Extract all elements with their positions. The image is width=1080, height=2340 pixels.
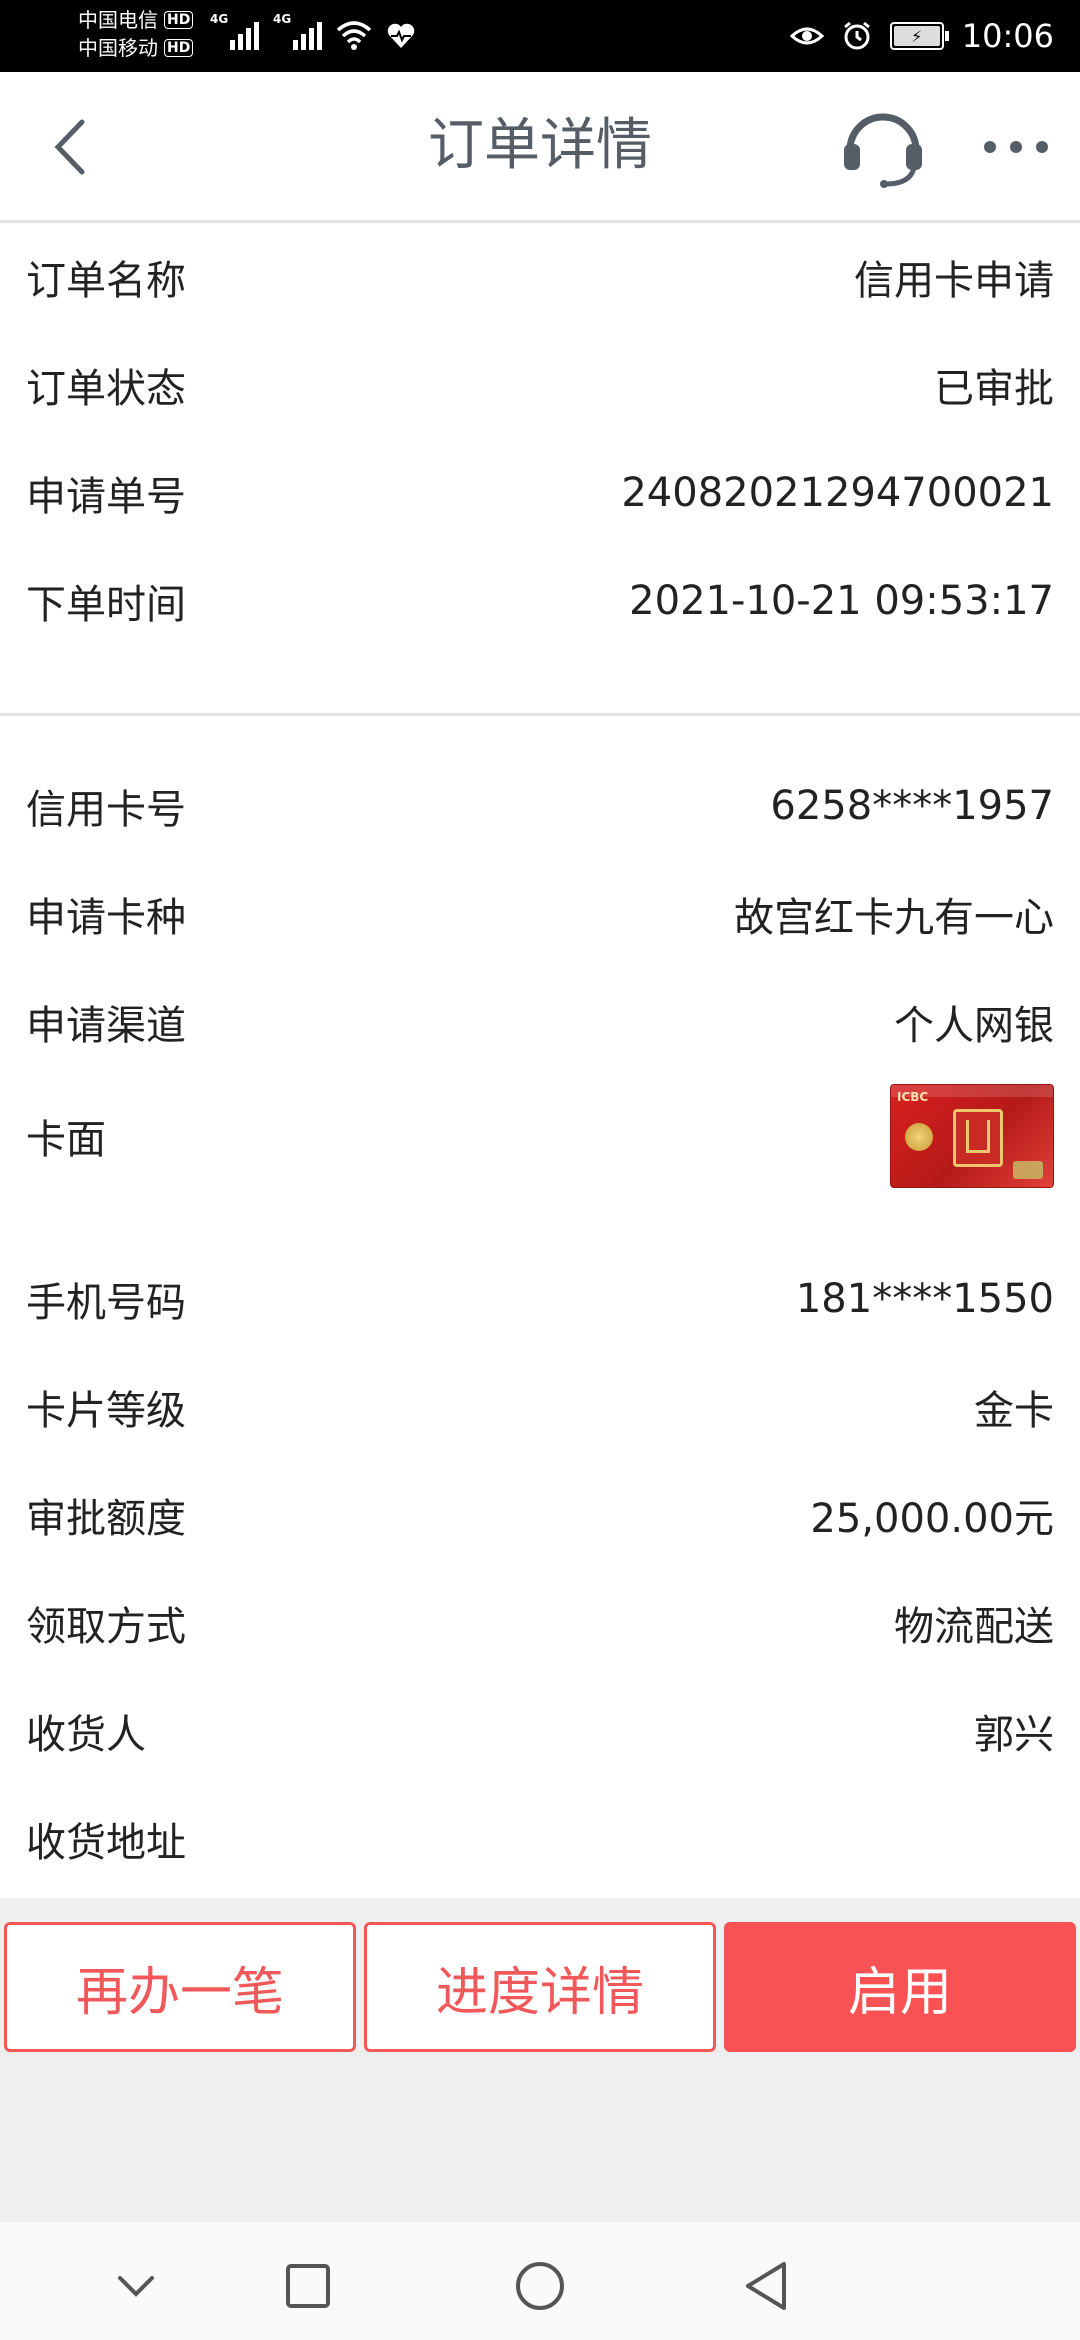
more-icon[interactable] [976, 122, 1056, 172]
row-address: 收货地址 [0, 1785, 1080, 1893]
hd-badge-1: HD [164, 11, 194, 29]
home-icon[interactable] [512, 2258, 568, 2314]
battery-icon: ⚡ [889, 22, 949, 50]
row-order-name: 订单名称 信用卡申请 [0, 223, 1080, 331]
network-type-2: 4G [273, 12, 292, 26]
row-card-type: 申请卡种 故宫红卡九有一心 [0, 860, 1080, 968]
card-info-section: 信用卡号 6258****1957 申请卡种 故宫红卡九有一心 申请渠道 个人网… [0, 716, 1080, 1898]
signal-icons: 4G 4G [210, 12, 416, 50]
nav-bar: 订单详情 [0, 72, 1080, 223]
row-value: 物流配送 [894, 1604, 1054, 1650]
progress-details-button[interactable]: 进度详情 [364, 1922, 716, 2052]
row-card-number: 信用卡号 6258****1957 [0, 752, 1080, 860]
row-value: 故宫红卡九有一心 [734, 895, 1054, 941]
clock-time: 10:06 [961, 17, 1054, 55]
row-phone: 手机号码 181****1550 [0, 1245, 1080, 1353]
collapse-icon[interactable] [108, 2258, 164, 2314]
row-label: 卡面 [26, 1117, 106, 1163]
row-label: 申请单号 [26, 474, 186, 520]
row-value: 个人网银 [894, 1003, 1054, 1049]
row-label: 卡片等级 [26, 1388, 186, 1434]
row-value: 信用卡申请 [854, 258, 1054, 304]
row-value: 2021-10-21 09:53:17 [629, 578, 1054, 624]
eye-icon [789, 27, 824, 45]
row-value: 6258****1957 [770, 783, 1054, 829]
order-info-section: 订单名称 信用卡申请 订单状态 已审批 申请单号 240820212947000… [0, 223, 1080, 713]
row-label: 领取方式 [26, 1604, 186, 1650]
card-face-image[interactable]: ICBC [890, 1084, 1054, 1188]
row-label: 手机号码 [26, 1280, 186, 1326]
hd-badge-2: HD [164, 39, 194, 57]
row-value: 金卡 [974, 1388, 1054, 1434]
row-label: 收货地址 [26, 1820, 186, 1866]
reapply-button[interactable]: 再办一笔 [4, 1922, 356, 2052]
row-label: 审批额度 [26, 1496, 186, 1542]
carrier-2: 中国移动 [78, 36, 158, 60]
row-label: 申请渠道 [26, 1003, 186, 1049]
row-application-number: 申请单号 24082021294700021 [0, 439, 1080, 547]
signal-icon: 4G [210, 12, 259, 50]
row-label: 下单时间 [26, 582, 186, 628]
row-label: 收货人 [26, 1712, 146, 1758]
row-card-face: 卡面 ICBC [0, 1056, 1080, 1216]
row-credit-limit: 审批额度 25,000.00元 [0, 1461, 1080, 1569]
row-label: 信用卡号 [26, 787, 186, 833]
row-label: 订单状态 [26, 366, 186, 412]
signal-icon: 4G [273, 12, 322, 50]
row-recipient: 收货人 郭兴 [0, 1677, 1080, 1785]
row-label: 订单名称 [26, 258, 186, 304]
row-card-level: 卡片等级 金卡 [0, 1353, 1080, 1461]
row-delivery-method: 领取方式 物流配送 [0, 1569, 1080, 1677]
row-value: 24082021294700021 [621, 470, 1054, 516]
back-nav-icon[interactable] [740, 2258, 796, 2314]
activate-button[interactable]: 启用 [724, 1922, 1076, 2052]
row-label: 申请卡种 [26, 895, 186, 941]
health-icon [387, 23, 415, 48]
network-type-1: 4G [210, 12, 229, 26]
recents-icon[interactable] [280, 2258, 336, 2314]
wifi-icon [336, 21, 372, 50]
row-order-time: 下单时间 2021-10-21 09:53:17 [0, 547, 1080, 655]
alarm-icon [843, 21, 870, 50]
system-nav-bar [0, 2222, 1080, 2340]
status-bar: 中国电信 HD 中国移动 HD 4G 4G ⚡ 10:06 [0, 0, 1080, 72]
row-value: 181****1550 [795, 1276, 1054, 1322]
status-right: ⚡ 10:06 [789, 0, 1054, 72]
carrier-1: 中国电信 [78, 8, 158, 32]
carrier-info: 中国电信 HD 中国移动 HD [78, 6, 194, 62]
card-logo-text: ICBC [897, 1090, 929, 1104]
customer-service-icon[interactable] [838, 106, 928, 188]
row-order-status: 订单状态 已审批 [0, 331, 1080, 439]
row-value: 25,000.00元 [810, 1496, 1054, 1542]
row-value: 已审批 [934, 366, 1054, 412]
row-value: 郭兴 [974, 1712, 1054, 1758]
